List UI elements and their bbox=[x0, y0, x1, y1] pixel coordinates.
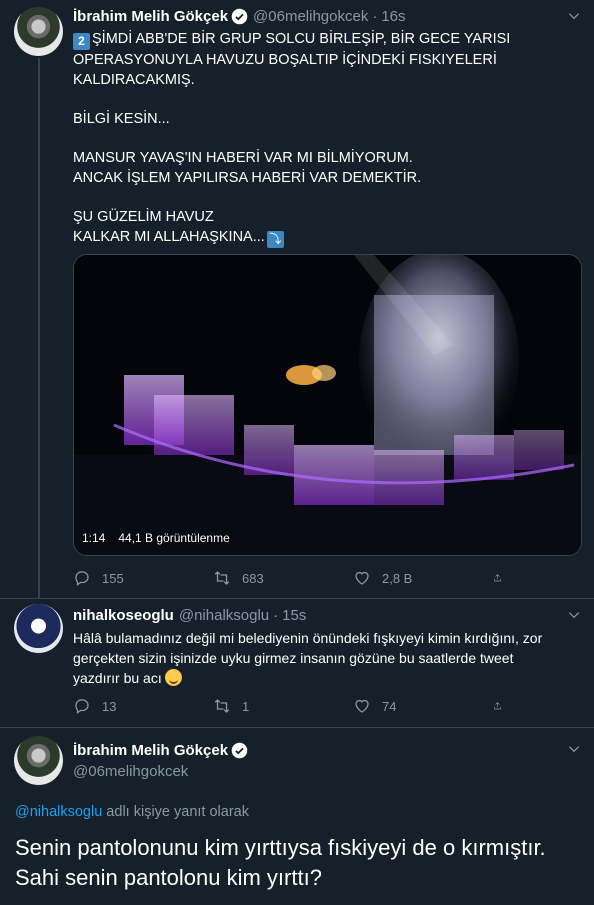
like-button[interactable]: 74 bbox=[353, 697, 463, 715]
verified-icon bbox=[231, 742, 248, 758]
separator-dot: · bbox=[372, 7, 378, 25]
like-icon bbox=[355, 699, 369, 713]
video-info: 1:14 44,1 B görüntülenme bbox=[82, 531, 230, 545]
retweet-button[interactable]: 683 bbox=[213, 569, 323, 587]
reply-context-text: adlı kişiye yanıt olarak bbox=[102, 804, 249, 820]
tweet-header: İbrahim Melih Gökçek @06melihgokcek · 16… bbox=[73, 6, 406, 26]
retweet-icon bbox=[214, 699, 230, 713]
like-count: 2,8 B bbox=[382, 570, 413, 586]
tweet-gokcek-1[interactable]: İbrahim Melih Gökçek @06melihgokcek · 16… bbox=[0, 0, 594, 598]
reply-button[interactable]: 13 bbox=[73, 697, 183, 715]
video-player[interactable]: 1:14 44,1 B görüntülenme bbox=[73, 254, 582, 556]
retweet-icon bbox=[214, 571, 230, 585]
tweet-subheader: @06melihgokcek bbox=[73, 761, 188, 781]
avatar[interactable] bbox=[14, 7, 63, 56]
reply-mention-link[interactable]: @nihalksoglu bbox=[15, 804, 102, 820]
arrow-down-emoji: ⤵ bbox=[266, 231, 284, 248]
timestamp[interactable]: 15s bbox=[282, 607, 306, 624]
like-count: 74 bbox=[382, 698, 397, 714]
tweet-nihal[interactable]: nihalkoseoglu @nihalksoglu · 15s Hâlâ bu… bbox=[0, 599, 594, 727]
chevron-down-icon[interactable] bbox=[567, 608, 581, 622]
avatar[interactable] bbox=[14, 736, 63, 785]
main-tweet-text: Senin pantolonunu kim yırttıysa fıskiyey… bbox=[15, 835, 546, 890]
tweet-text: 2 ŞİMDİ ABB'DE BİR GRUP SOLCU BİRLEŞİP, B… bbox=[73, 31, 511, 248]
reply-icon bbox=[75, 571, 89, 587]
reply-button[interactable]: 155 bbox=[73, 569, 183, 587]
author-handle[interactable]: @nihalksoglu bbox=[179, 607, 269, 624]
reply-count: 13 bbox=[102, 698, 117, 714]
author-name[interactable]: İbrahim Melih Gökçek bbox=[73, 742, 228, 759]
tweet-header: İbrahim Melih Gökçek bbox=[73, 740, 248, 760]
tweet-actions: 155 683 2,8 B bbox=[73, 568, 513, 588]
share-icon bbox=[494, 574, 501, 582]
author-handle[interactable]: @06melihgokcek bbox=[73, 763, 188, 780]
retweet-button[interactable]: 1 bbox=[213, 697, 323, 715]
keycap-2-emoji: 2 bbox=[73, 33, 90, 50]
like-icon bbox=[355, 571, 369, 585]
reply-context: @nihalksoglu adlı kişiye yanıt olarak bbox=[15, 804, 249, 820]
share-icon bbox=[494, 702, 501, 710]
chevron-down-icon[interactable] bbox=[567, 742, 581, 756]
reply-icon bbox=[75, 699, 89, 715]
share-button[interactable] bbox=[493, 569, 513, 587]
video-thumbnail bbox=[74, 255, 581, 555]
video-duration: 1:14 bbox=[82, 531, 106, 545]
tweet-text: Hâlâ bulamadınız değil mi belediyenin ön… bbox=[73, 630, 543, 686]
author-name[interactable]: nihalkoseoglu bbox=[73, 607, 174, 624]
tweet-header: nihalkoseoglu @nihalksoglu · 15s bbox=[73, 605, 306, 625]
chevron-down-icon[interactable] bbox=[567, 9, 581, 23]
grin-emoji bbox=[164, 669, 182, 686]
author-name[interactable]: İbrahim Melih Gökçek bbox=[73, 8, 228, 25]
retweet-count: 683 bbox=[242, 570, 264, 586]
separator-dot: · bbox=[273, 606, 279, 624]
like-button[interactable]: 2,8 B bbox=[353, 569, 463, 587]
retweet-count: 1 bbox=[242, 698, 250, 714]
video-views: 44,1 B görüntülenme bbox=[118, 531, 230, 545]
tweet-actions: 13 1 74 bbox=[73, 696, 513, 716]
verified-icon bbox=[231, 8, 248, 24]
author-handle[interactable]: @06melihgokcek bbox=[253, 8, 368, 25]
reply-count: 155 bbox=[102, 570, 124, 586]
timestamp[interactable]: 16s bbox=[381, 8, 405, 25]
share-button[interactable] bbox=[493, 697, 513, 715]
avatar[interactable] bbox=[14, 604, 63, 653]
